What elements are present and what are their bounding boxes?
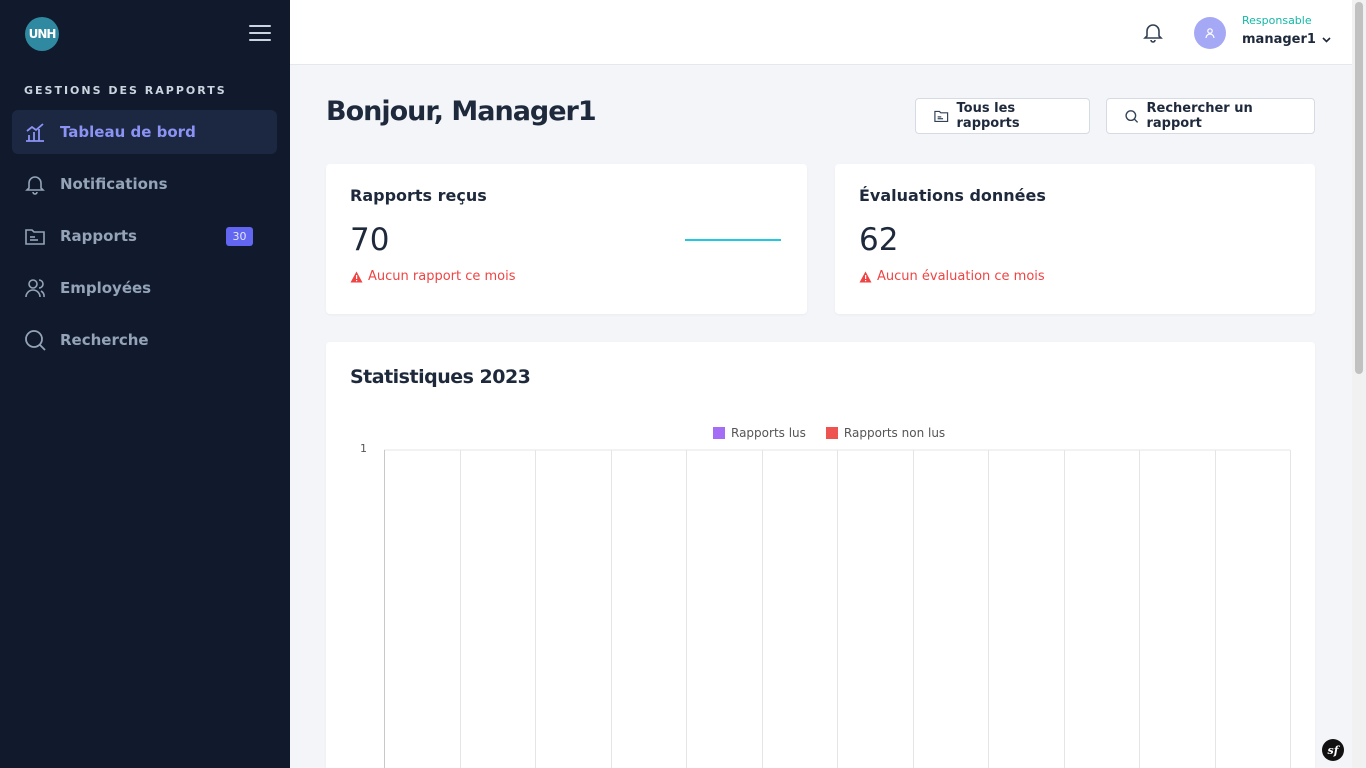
card-alert-text: Aucun rapport ce mois [368, 269, 516, 284]
statistics-card: Statistiques 2023 Rapports lus Rapports … [326, 342, 1315, 768]
scroll-thumb[interactable] [1355, 2, 1363, 374]
search-report-label: Rechercher un rapport [1146, 101, 1253, 131]
users-icon [25, 279, 45, 298]
sidebar-item-employees[interactable]: Employées [12, 266, 277, 310]
sidebar-item-label: Recherche [60, 331, 149, 349]
menu-toggle-icon[interactable] [249, 24, 271, 42]
all-reports-label: Tous les rapports [956, 101, 1020, 131]
all-reports-button[interactable]: Tous les rapports [915, 98, 1090, 134]
folder-icon [25, 229, 45, 245]
sidebar: UNH GESTIONS DES RAPPORTS Tableau de bor… [0, 0, 290, 768]
sidebar-item-search[interactable]: Recherche [12, 318, 277, 362]
user-role: Responsable [1242, 14, 1312, 27]
notifications-bell-icon[interactable] [1142, 21, 1164, 43]
card-alert: Aucun évaluation ce mois [859, 269, 1045, 284]
sidebar-item-label: Employées [60, 279, 152, 297]
search-icon [25, 330, 46, 351]
app-logo[interactable]: UNH [25, 17, 59, 51]
chevron-down-icon [1322, 36, 1331, 43]
scrollbar[interactable] [1352, 0, 1366, 768]
chart-bar-icon [26, 123, 44, 142]
warning-icon [350, 271, 363, 282]
sparkline [685, 239, 781, 241]
card-alert: Aucun rapport ce mois [350, 269, 516, 284]
card-title: Rapports reçus [350, 186, 487, 205]
avatar[interactable] [1194, 17, 1226, 49]
bell-icon [25, 176, 45, 195]
warning-icon [859, 271, 872, 282]
sidebar-item-label: Tableau de bord [60, 123, 196, 141]
folder-icon [934, 110, 949, 123]
card-alert-text: Aucun évaluation ce mois [877, 269, 1045, 284]
card-title: Évaluations données [859, 186, 1046, 205]
chart-plot-area [384, 449, 1291, 768]
user-icon [1205, 28, 1215, 39]
reports-received-card: Rapports reçus 70 Aucun rapport ce mois [326, 164, 807, 314]
sidebar-section-title: GESTIONS DES RAPPORTS [24, 84, 227, 97]
sidebar-item-notifications[interactable]: Notifications [12, 162, 277, 206]
search-icon [1125, 109, 1139, 123]
search-report-button[interactable]: Rechercher un rapport [1106, 98, 1315, 134]
rapports-count-badge: 30 [226, 227, 253, 246]
sidebar-item-rapports[interactable]: Rapports 30 [12, 214, 277, 258]
card-value: 70 [350, 222, 390, 258]
card-value: 62 [859, 222, 899, 258]
sidebar-item-label: Notifications [60, 175, 168, 193]
sidebar-item-label: Rapports [60, 227, 137, 245]
evaluations-card: Évaluations données 62 Aucun évaluation … [835, 164, 1315, 314]
symfony-toolbar-icon[interactable]: sf [1322, 739, 1344, 761]
top-bar: Responsable manager1 [290, 0, 1352, 65]
username: manager1 [1242, 32, 1316, 47]
user-menu[interactable]: manager1 [1242, 32, 1331, 47]
sidebar-item-dashboard[interactable]: Tableau de bord [12, 110, 277, 154]
page-title: Bonjour, Manager1 [326, 96, 597, 127]
